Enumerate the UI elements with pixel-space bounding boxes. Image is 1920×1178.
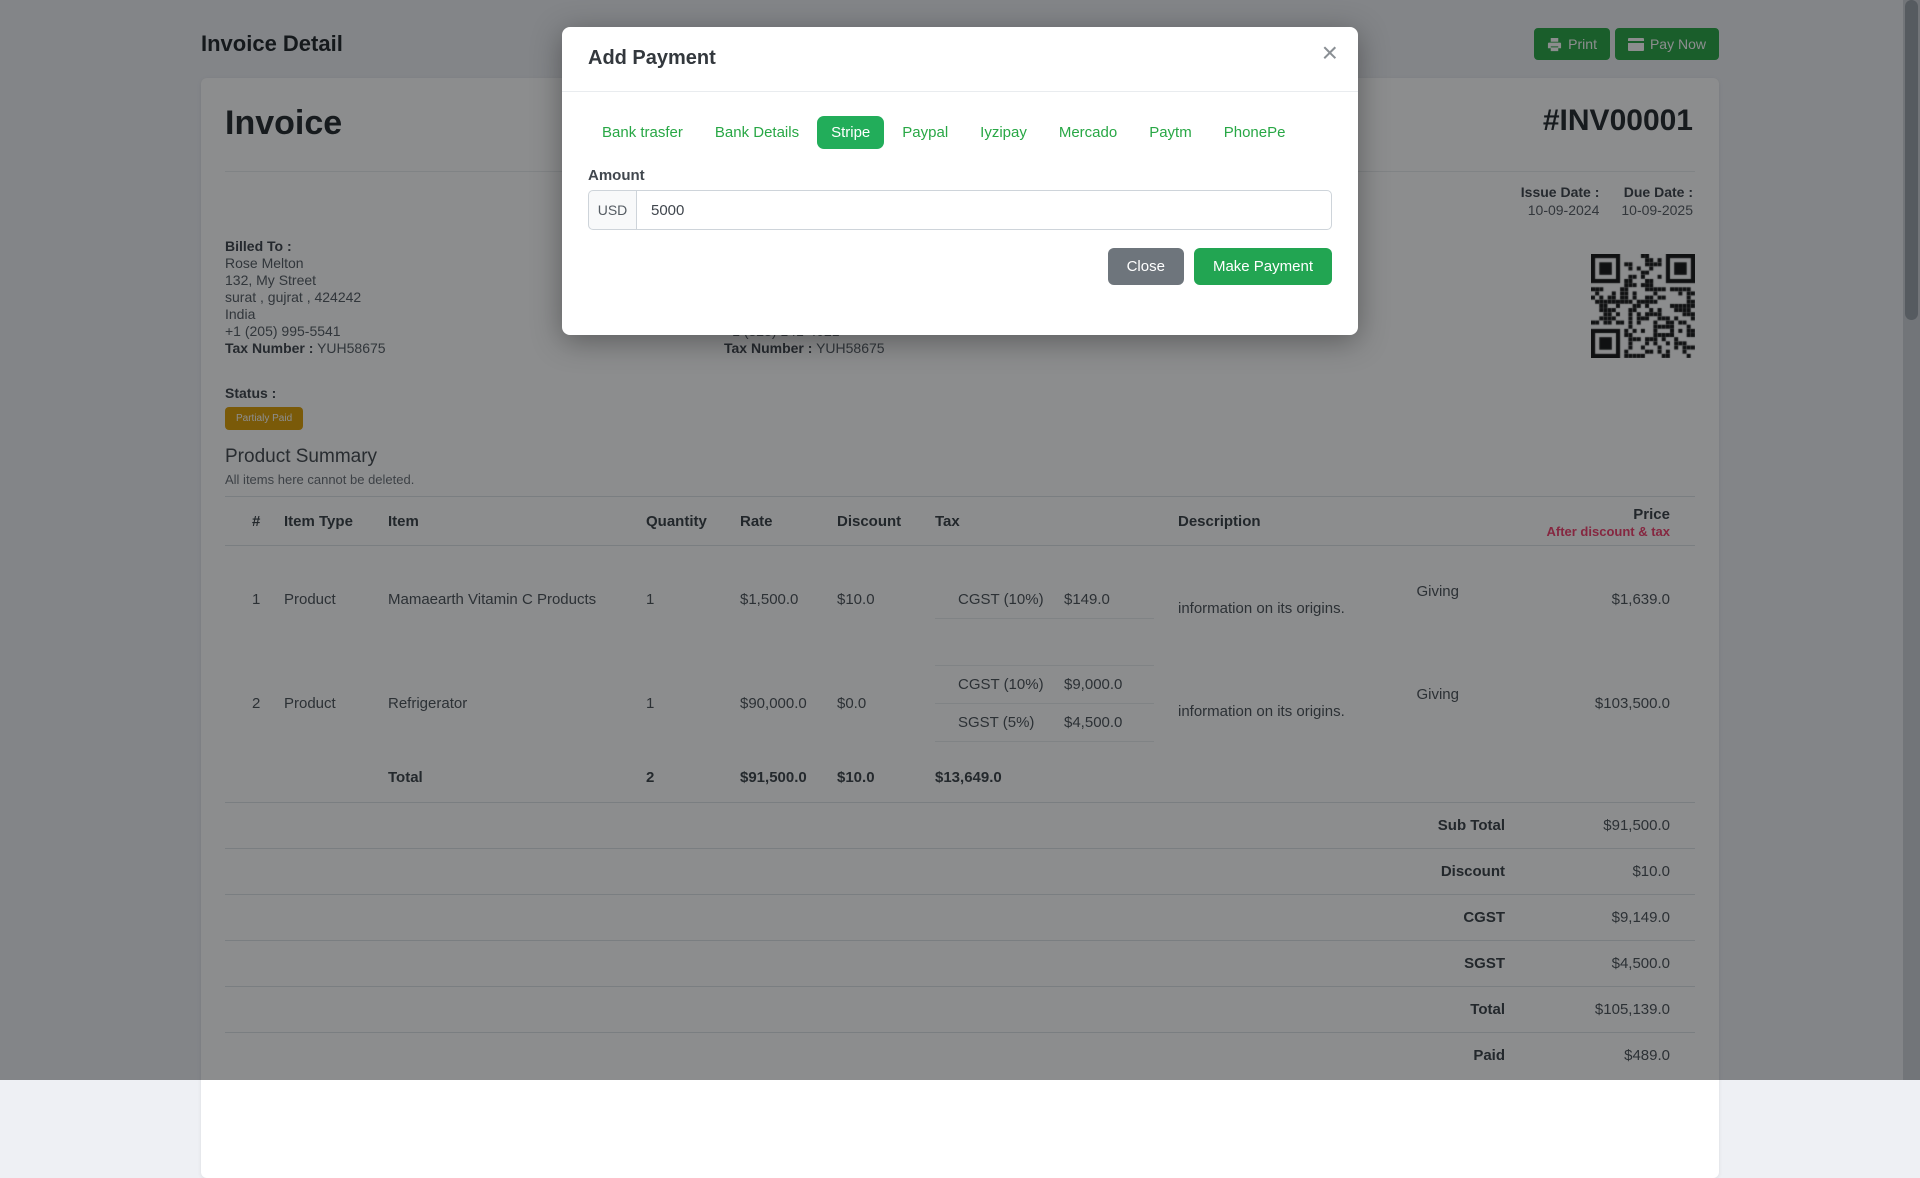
tab-phonepe[interactable]: PhonePe — [1210, 116, 1300, 149]
payment-method-tabs: Bank trasfer Bank Details Stripe Paypal … — [588, 116, 1332, 149]
tab-paypal[interactable]: Paypal — [888, 116, 962, 149]
tab-iyzipay[interactable]: Iyzipay — [966, 116, 1041, 149]
tab-bank-transfer[interactable]: Bank trasfer — [588, 116, 697, 149]
tab-paytm[interactable]: Paytm — [1135, 116, 1206, 149]
amount-input[interactable] — [636, 190, 1332, 230]
close-icon[interactable]: × — [1322, 39, 1338, 67]
modal-title: Add Payment — [588, 47, 1332, 70]
currency-addon: USD — [588, 190, 636, 230]
make-payment-button[interactable]: Make Payment — [1194, 248, 1332, 285]
tab-mercado[interactable]: Mercado — [1045, 116, 1131, 149]
add-payment-modal: Add Payment × Bank trasfer Bank Details … — [562, 27, 1358, 335]
tab-stripe[interactable]: Stripe — [817, 116, 884, 149]
modal-close-button[interactable]: Close — [1108, 248, 1184, 285]
amount-label: Amount — [588, 167, 1332, 184]
tab-bank-details[interactable]: Bank Details — [701, 116, 813, 149]
